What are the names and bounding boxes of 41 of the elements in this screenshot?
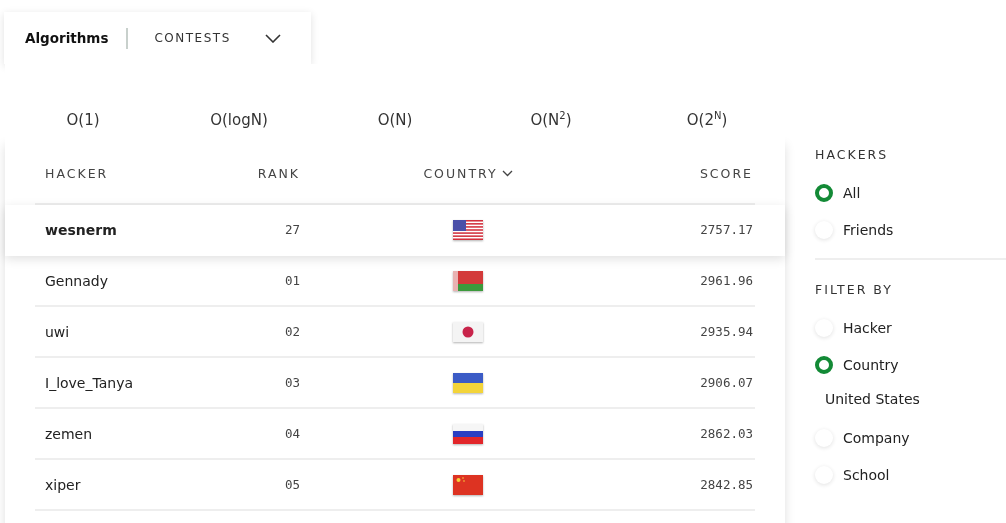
hacker-name: zemen (45, 425, 94, 442)
column-header: HACKER (45, 165, 110, 181)
flag-icon (453, 474, 483, 495)
flag-icon (453, 372, 483, 393)
chevron-down-icon (501, 169, 513, 177)
radio-option[interactable]: Company (815, 419, 910, 456)
radio-option[interactable]: All (815, 174, 861, 211)
radio-option[interactable]: Country (815, 346, 899, 383)
track-title: Algorithms (25, 30, 109, 46)
column-header: RANK (257, 165, 300, 181)
column-header: SCORE (699, 165, 753, 181)
score-cell: 2906.07 (700, 375, 753, 390)
radio-option[interactable]: Friends (815, 211, 894, 248)
contests-dropdown[interactable]: CONTESTS (154, 31, 281, 45)
filter-heading: HACKERS (815, 147, 890, 162)
rank-cell: 05 (284, 477, 300, 492)
score-cell: 2961.96 (700, 273, 753, 288)
score-cell: 2842.85 (700, 477, 753, 492)
score-cell: 2935.94 (700, 324, 753, 339)
radio-option[interactable]: Hacker (815, 309, 892, 346)
rank-cell: 27 (284, 222, 300, 237)
radio-option[interactable]: School (815, 456, 890, 493)
flag-icon (453, 321, 483, 342)
rank-cell: 01 (284, 273, 300, 288)
chevron-down-icon (264, 33, 281, 43)
flag-icon (453, 270, 483, 291)
hacker-name: Gennady (45, 272, 109, 289)
score-cell: 2862.03 (700, 426, 753, 441)
flag-icon (453, 423, 483, 444)
rank-cell: 03 (284, 375, 300, 390)
hacker-name: wesnerm (45, 221, 118, 238)
hacker-name: xiper (45, 476, 82, 493)
filter-heading: FILTER BY (815, 282, 894, 297)
rank-cell: 04 (284, 426, 300, 441)
hacker-name: uwi (45, 323, 71, 340)
column-header[interactable]: COUNTRY (423, 165, 513, 181)
rank-cell: 02 (284, 324, 300, 339)
hacker-name: I_love_Tanya (45, 374, 135, 391)
flag-icon (453, 219, 483, 240)
score-cell: 2757.17 (700, 222, 753, 237)
selected-country: United States (824, 390, 921, 409)
